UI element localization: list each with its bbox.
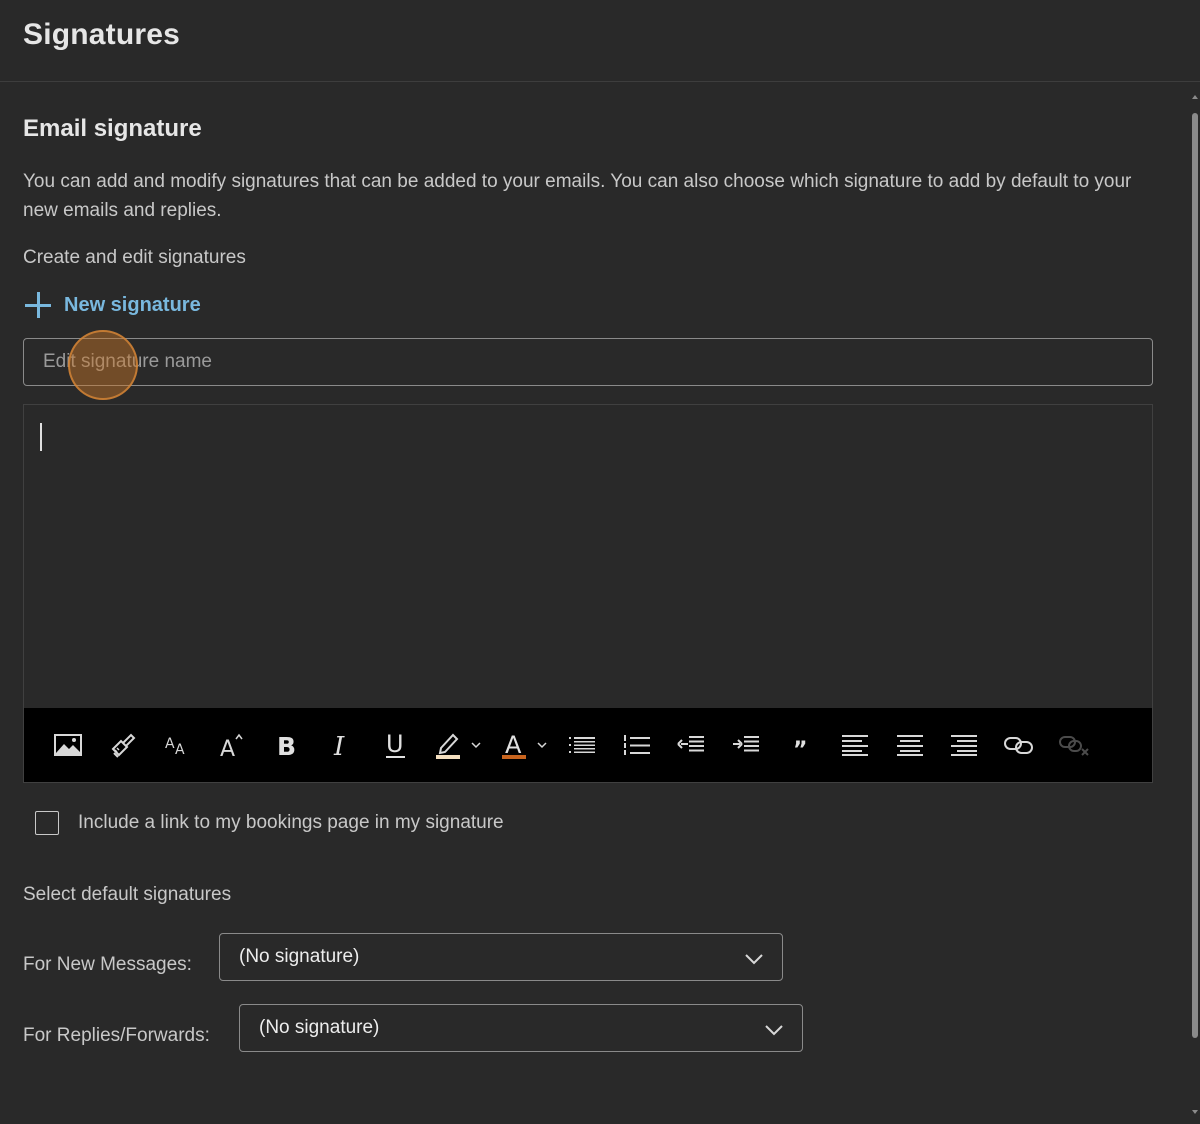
increase-indent-icon xyxy=(732,736,759,752)
bookings-link-option[interactable]: Include a link to my bookings page in my… xyxy=(35,811,504,835)
unlink-icon xyxy=(1058,736,1089,756)
bold-icon: B xyxy=(277,732,296,758)
create-edit-label: Create and edit signatures xyxy=(23,247,246,268)
svg-text:U: U xyxy=(386,731,404,758)
new-messages-select[interactable]: (No signature) xyxy=(219,933,783,981)
decrease-indent-icon xyxy=(677,736,705,752)
new-signature-label: New signature xyxy=(64,293,201,316)
align-right-icon xyxy=(951,735,978,756)
font-color-icon: A xyxy=(502,731,547,759)
underline-icon: U xyxy=(385,731,405,758)
align-left-button[interactable] xyxy=(838,728,872,762)
scrollbar-thumb[interactable] xyxy=(1192,113,1198,1038)
svg-text:A: A xyxy=(220,737,235,759)
quote-button[interactable]: ” xyxy=(784,728,818,762)
picture-icon xyxy=(54,734,82,756)
new-messages-value: (No signature) xyxy=(239,946,360,967)
svg-text:A: A xyxy=(165,736,175,752)
chevron-down-icon xyxy=(745,954,763,965)
svg-text:”: ” xyxy=(793,738,807,755)
align-center-icon xyxy=(896,735,923,756)
bookings-link-label: Include a link to my bookings page in my… xyxy=(78,812,504,833)
signature-name-input[interactable] xyxy=(23,338,1153,386)
numbering-button[interactable] xyxy=(620,728,654,762)
section-title: Email signature xyxy=(23,115,202,142)
new-signature-button[interactable]: New signature xyxy=(23,289,201,321)
section-description: You can add and modify signatures that c… xyxy=(23,171,1132,221)
align-center-button[interactable] xyxy=(893,728,927,762)
new-messages-label: For New Messages: xyxy=(23,954,192,975)
insert-link-button[interactable] xyxy=(1002,728,1036,762)
format-painter-button[interactable] xyxy=(106,728,140,762)
svg-text:I: I xyxy=(333,732,345,758)
bullets-button[interactable] xyxy=(565,728,599,762)
font-size-icon: AA xyxy=(165,736,185,757)
quote-icon: ” xyxy=(793,738,807,755)
italic-button[interactable]: I xyxy=(324,728,358,762)
increase-indent-button[interactable] xyxy=(729,728,763,762)
page-title: Signatures xyxy=(23,18,181,51)
bookings-link-checkbox[interactable] xyxy=(35,811,59,835)
settings-header: Signatures xyxy=(0,0,1200,82)
italic-icon: I xyxy=(333,732,345,758)
signature-body-editor[interactable] xyxy=(24,405,1152,710)
font-size-button[interactable]: AA xyxy=(160,728,194,762)
font-color-button[interactable]: A xyxy=(499,728,547,762)
signature-editor: AA A B I U A ” xyxy=(23,404,1153,783)
highlight-button[interactable] xyxy=(433,728,481,762)
grow-font-icon: A xyxy=(220,733,243,759)
chevron-down-icon xyxy=(765,1025,783,1036)
svg-text:A: A xyxy=(505,731,522,759)
bulleted-list-icon xyxy=(569,737,596,753)
formatting-toolbar: AA A B I U A ” xyxy=(24,708,1152,782)
default-signatures-title: Select default signatures xyxy=(23,884,232,905)
svg-text:A: A xyxy=(175,742,185,757)
bold-button[interactable]: B xyxy=(269,728,303,762)
grow-font-button[interactable]: A xyxy=(215,728,249,762)
svg-text:B: B xyxy=(277,732,296,758)
align-left-icon xyxy=(842,735,869,756)
decrease-indent-button[interactable] xyxy=(674,728,708,762)
vertical-scrollbar[interactable] xyxy=(1190,83,1200,1124)
text-caret xyxy=(40,423,42,451)
insert-picture-button[interactable] xyxy=(51,728,85,762)
replies-forwards-label: For Replies/Forwards: xyxy=(23,1025,210,1046)
link-icon xyxy=(1003,737,1033,754)
replies-forwards-value: (No signature) xyxy=(259,1017,380,1038)
replies-forwards-select[interactable]: (No signature) xyxy=(239,1004,803,1052)
numbered-list-icon xyxy=(623,735,650,755)
format-painter-icon xyxy=(111,733,136,758)
highlighter-icon xyxy=(436,733,481,759)
underline-button[interactable]: U xyxy=(379,728,413,762)
plus-icon xyxy=(23,290,53,320)
remove-link-button[interactable] xyxy=(1057,728,1091,762)
scroll-up-arrow-icon[interactable] xyxy=(1192,95,1198,99)
align-right-button[interactable] xyxy=(947,728,981,762)
scroll-down-arrow-icon[interactable] xyxy=(1192,1110,1198,1114)
signatures-panel: Email signature You can add and modify s… xyxy=(0,83,1190,1124)
